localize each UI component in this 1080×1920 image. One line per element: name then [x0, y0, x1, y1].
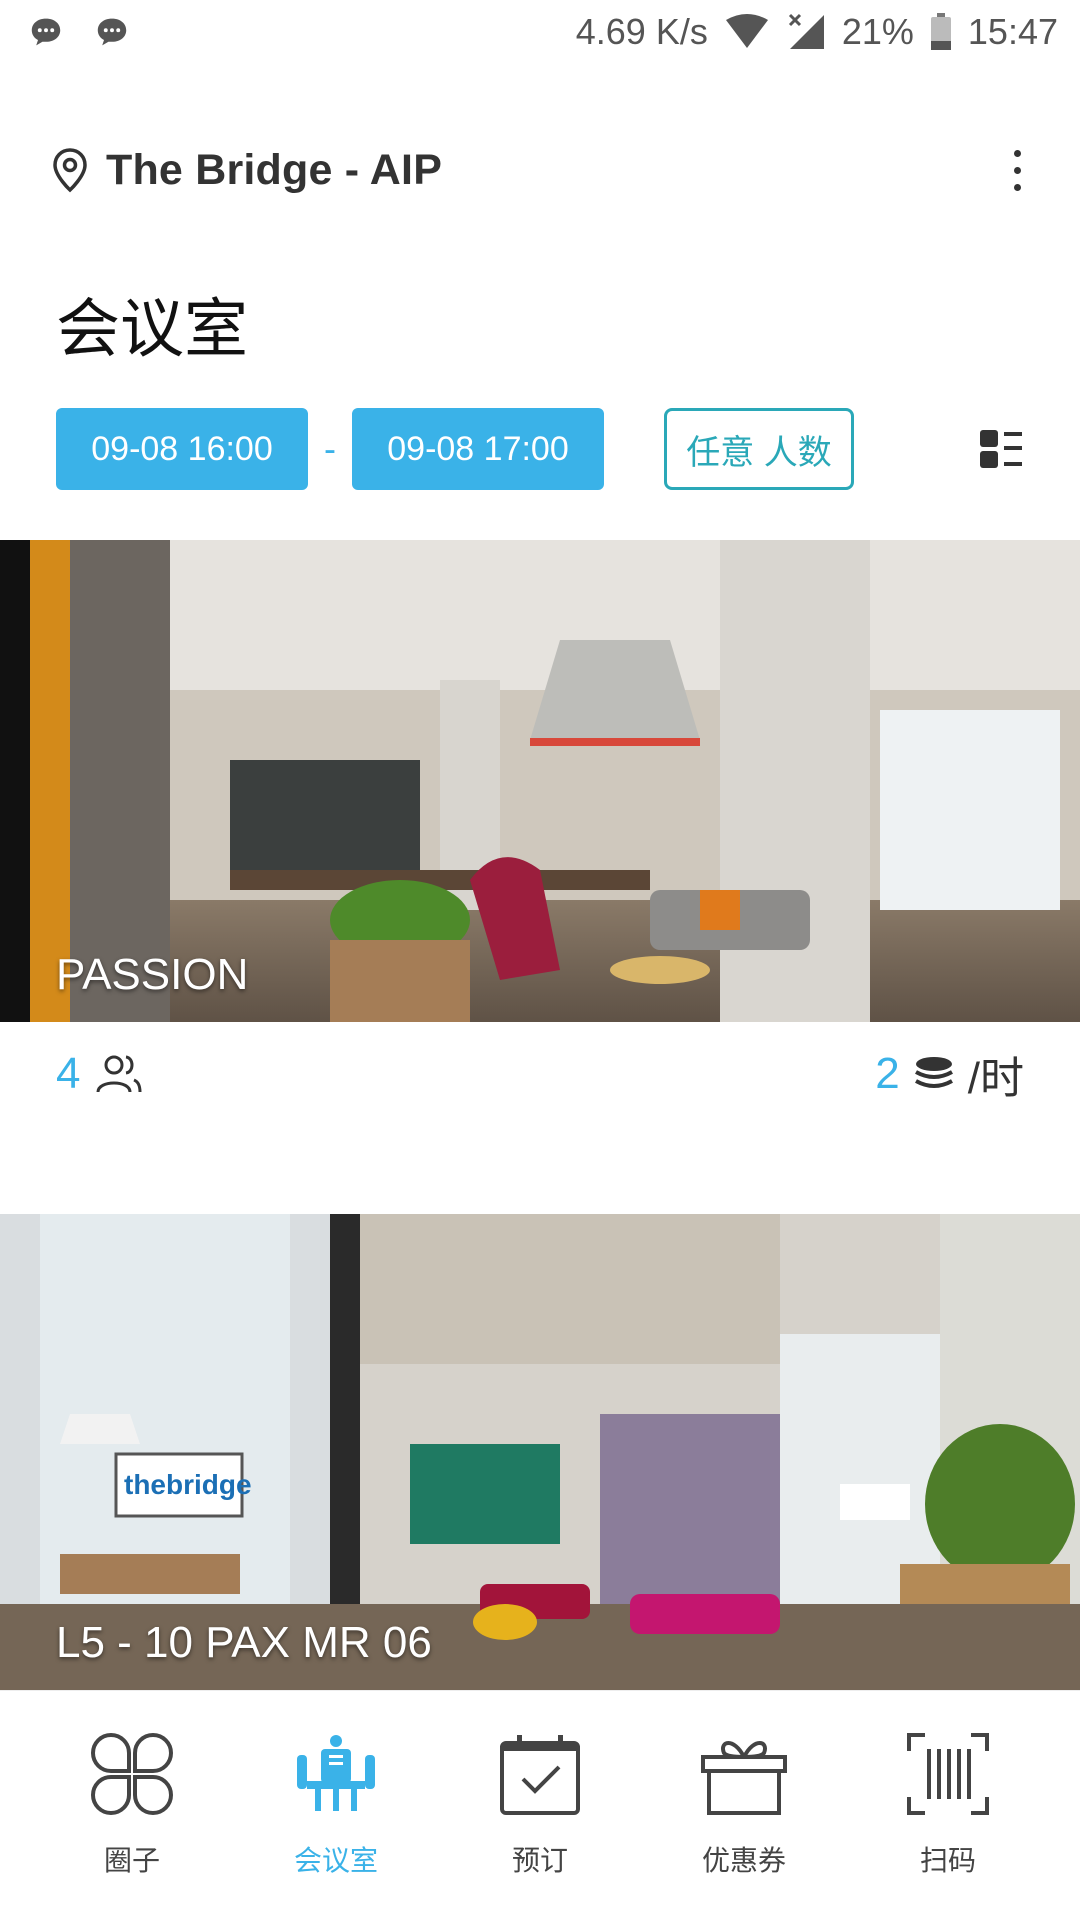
more-menu-button[interactable]	[1002, 140, 1032, 200]
coins-icon	[914, 1057, 953, 1088]
svg-text:thebridge: thebridge	[124, 1469, 252, 1500]
more-dot	[1013, 166, 1021, 174]
notification-icons	[28, 16, 130, 48]
room-card-meta[interactable]: 4 2 /时	[0, 1024, 1080, 1124]
nav-label: 圈子	[103, 1845, 160, 1876]
chat-notification-icon	[31, 18, 61, 46]
room-price: 2 /时	[875, 1042, 1024, 1106]
nav-label: 会议室	[293, 1845, 378, 1876]
nav-item-meeting-room[interactable]: 会议室	[246, 1731, 426, 1879]
wifi-icon	[725, 14, 768, 48]
battery-icon	[930, 13, 951, 50]
bottom-navigation: 圈子 会议室 预订 优惠券 扫码	[0, 1690, 1080, 1920]
status-indicators: 4.69 K/s 21% 15:47	[576, 11, 1058, 53]
room-card-image[interactable]: thebridge L5 - 10 PAX MR 06	[0, 1214, 1080, 1690]
price-unit: /时	[967, 1054, 1024, 1103]
room-capacity: 4	[56, 1049, 81, 1098]
battery-percent: 21%	[841, 11, 914, 52]
room-name: L5 - 10 PAX MR 06	[56, 1618, 432, 1667]
cell-signal-icon	[788, 13, 824, 49]
page-title: 会议室	[56, 293, 248, 367]
start-time-button[interactable]: 09-08 16:00	[56, 408, 308, 490]
people-count-button[interactable]: 任意 人数	[664, 408, 854, 490]
room-name: PASSION	[56, 950, 249, 999]
end-time-button[interactable]: 09-08 17:00	[352, 408, 604, 490]
meeting-room-icon	[297, 1735, 375, 1811]
clover-icon	[91, 1733, 173, 1815]
chat-notification-icon	[97, 18, 127, 46]
list-view-toggle-icon[interactable]	[978, 426, 1024, 472]
nav-label: 预订	[511, 1845, 568, 1876]
network-speed: 4.69 K/s	[575, 11, 708, 52]
nav-item-coupons[interactable]: 优惠券	[654, 1731, 834, 1879]
people-icon	[96, 1055, 142, 1093]
status-bar: 4.69 K/s 21% 15:47	[0, 0, 1080, 64]
price-value: 2	[875, 1049, 900, 1098]
top-bar: The Bridge - AIP	[0, 120, 1080, 220]
nav-item-booking[interactable]: 预订	[450, 1731, 630, 1879]
barcode-scan-icon	[907, 1733, 989, 1815]
clock: 15:47	[967, 11, 1058, 52]
nav-item-scan[interactable]: 扫码	[858, 1731, 1038, 1879]
nav-label: 优惠券	[701, 1845, 786, 1876]
nav-label: 扫码	[919, 1845, 976, 1876]
calendar-check-icon	[500, 1735, 580, 1815]
location-name[interactable]: The Bridge - AIP	[106, 146, 442, 195]
nav-item-circle[interactable]: 圈子	[42, 1731, 222, 1879]
time-range-separator: -	[324, 428, 336, 469]
location-pin-icon	[53, 148, 87, 193]
room-card-image[interactable]: PASSION	[0, 540, 1080, 1022]
filter-bar: 09-08 16:00 - 09-08 17:00 任意 人数	[56, 408, 1024, 490]
more-dot	[1013, 183, 1021, 191]
gift-icon	[701, 1741, 787, 1815]
more-dot	[1013, 149, 1021, 157]
